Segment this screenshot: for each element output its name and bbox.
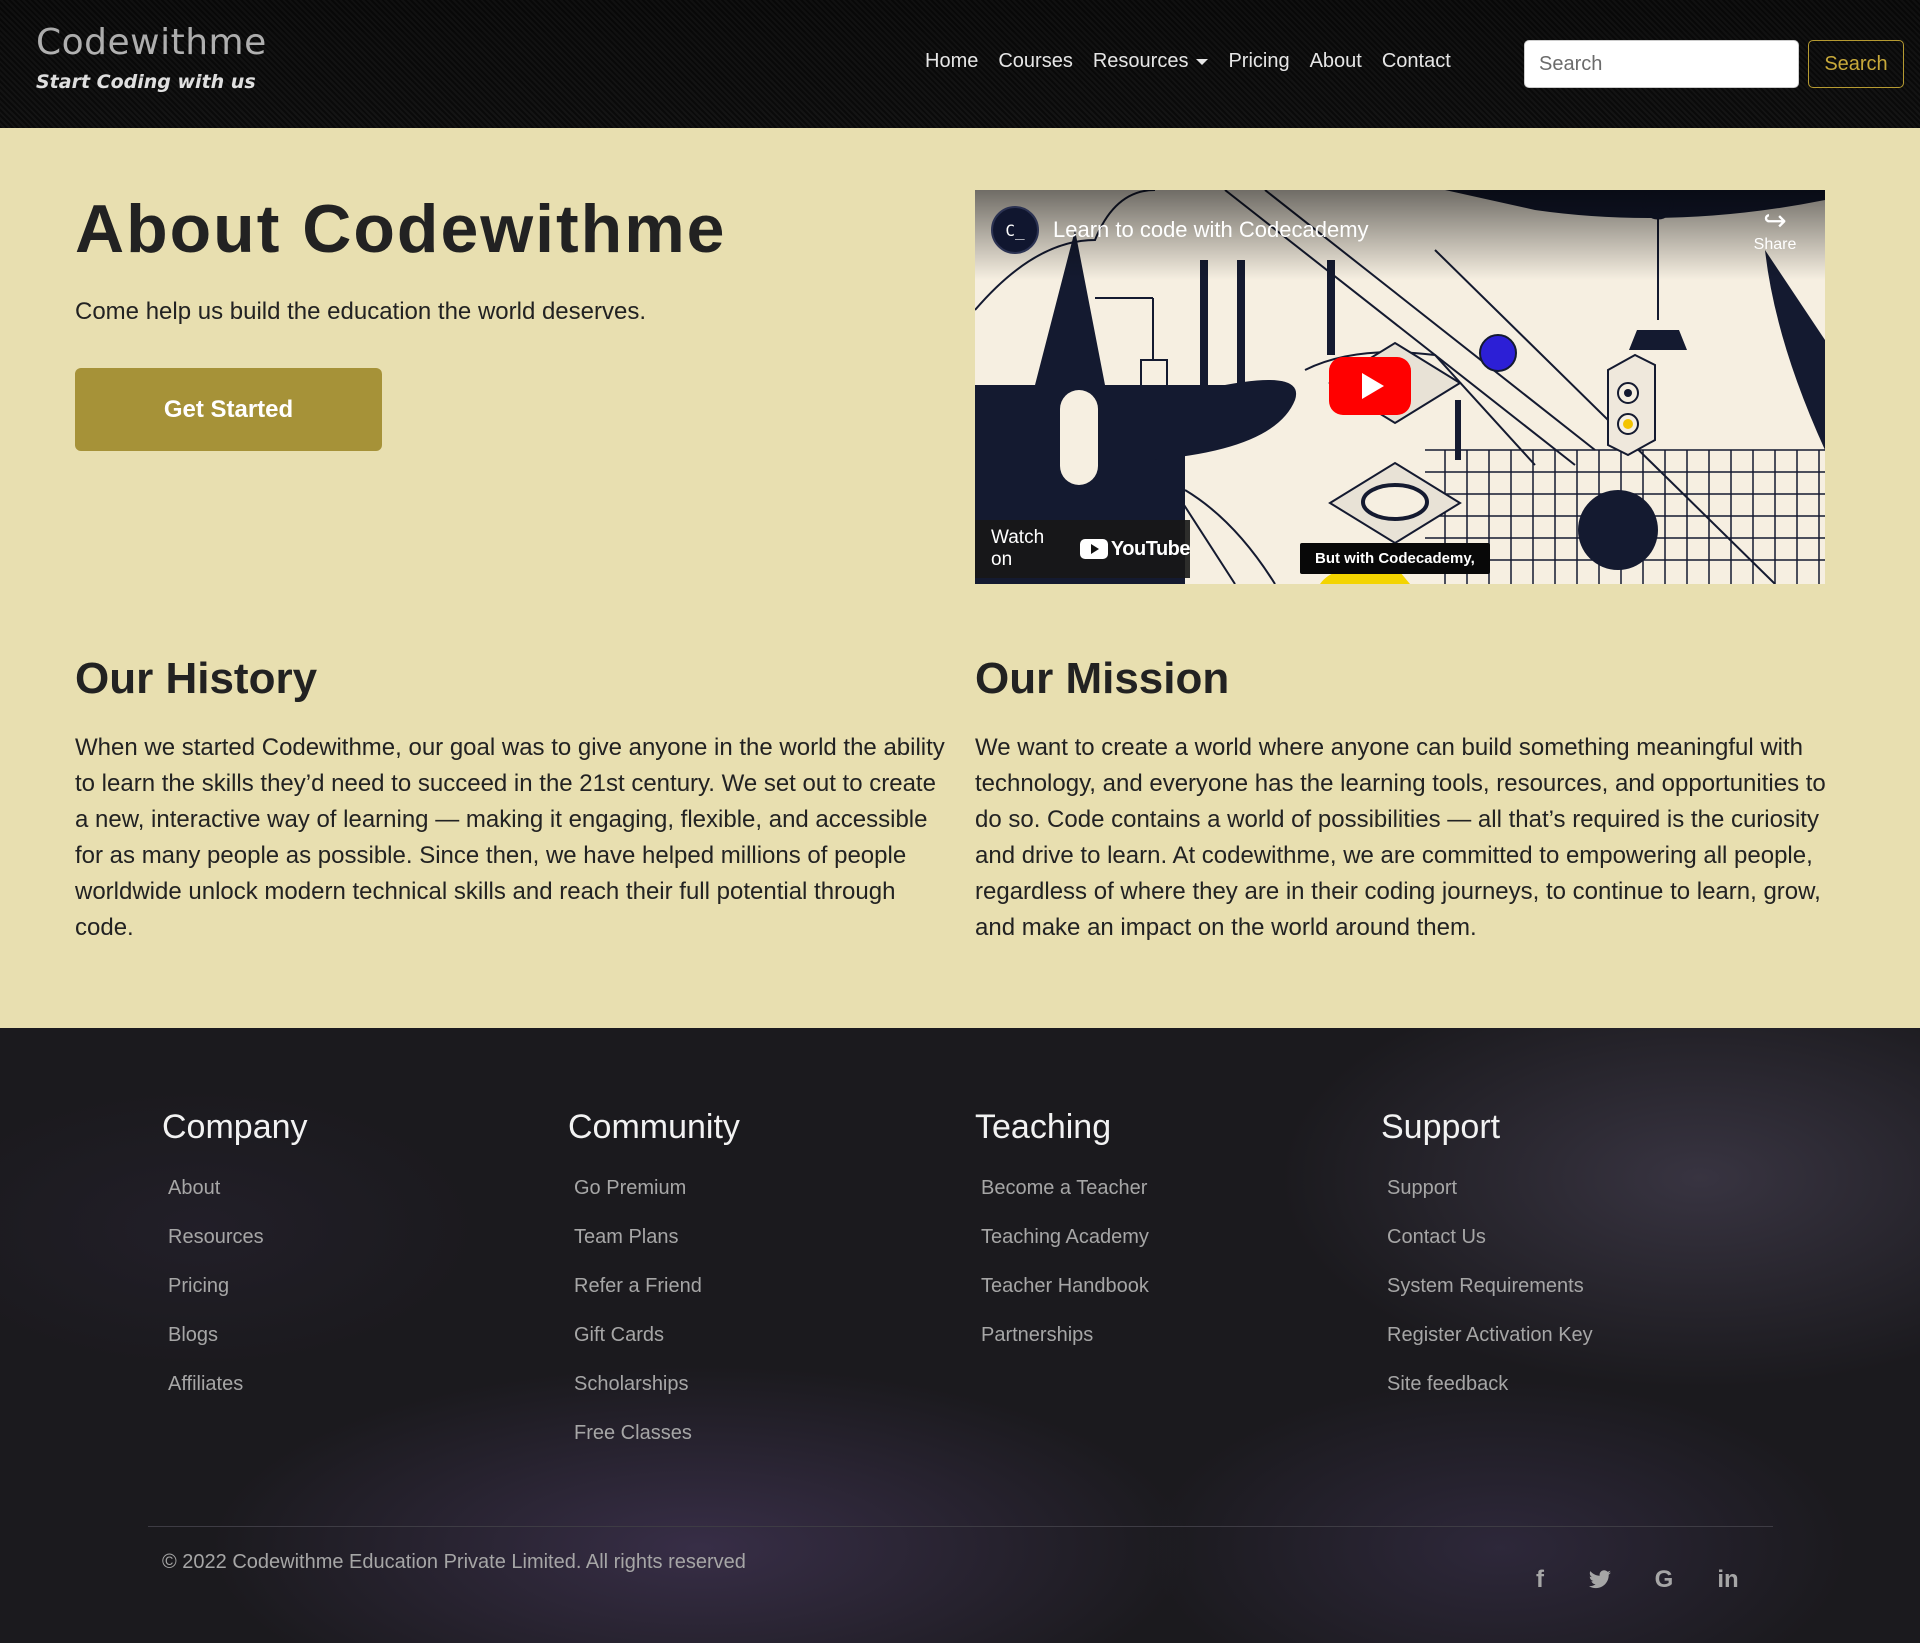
watch-on-label: Watch on	[991, 527, 1045, 570]
nav-links: Home Courses Resources Pricing About Con…	[915, 50, 1461, 73]
footer-link-teacher-handbook[interactable]: Teacher Handbook	[981, 1275, 1149, 1324]
video-caption: But with Codecademy,	[1300, 543, 1490, 574]
footer-heading: Teaching	[975, 1108, 1112, 1146]
video-embed[interactable]: C_ Learn to code with Codecademy ↪ Share…	[975, 190, 1825, 584]
footer-column-company: Company About Resources Pricing Blogs Af…	[162, 1108, 308, 1422]
footer-link-scholarships[interactable]: Scholarships	[574, 1373, 740, 1422]
youtube-play-icon	[1079, 539, 1108, 559]
nav-link-pricing[interactable]: Pricing	[1218, 50, 1299, 73]
share-button[interactable]: ↪ Share	[1745, 206, 1805, 254]
footer-heading: Community	[568, 1108, 740, 1146]
hero-subtitle: Come help us build the education the wor…	[75, 298, 647, 325]
footer-divider	[148, 1526, 1773, 1527]
footer: Company About Resources Pricing Blogs Af…	[0, 1028, 1920, 1643]
footer-link-team-plans[interactable]: Team Plans	[574, 1226, 740, 1275]
footer-link-site-feedback[interactable]: Site feedback	[1387, 1373, 1593, 1422]
search-button[interactable]: Search	[1808, 40, 1904, 88]
brand-tagline: Start Coding with us	[36, 71, 256, 93]
footer-heading: Company	[162, 1108, 308, 1146]
footer-link-about[interactable]: About	[168, 1177, 308, 1226]
history-title: Our History	[75, 654, 318, 703]
play-button[interactable]	[1329, 357, 1411, 415]
channel-avatar[interactable]: C_	[991, 206, 1039, 254]
mission-title: Our Mission	[975, 654, 1230, 703]
mission-body: We want to create a world where anyone c…	[975, 734, 1826, 941]
footer-link-blogs[interactable]: Blogs	[168, 1324, 308, 1373]
copyright-text: © 2022 Codewithme Education Private Limi…	[162, 1551, 746, 1573]
youtube-label: YouTube	[1110, 537, 1191, 560]
footer-column-community: Community Go Premium Team Plans Refer a …	[568, 1108, 740, 1471]
footer-link-register-activation-key[interactable]: Register Activation Key	[1387, 1324, 1593, 1373]
nav-link-about[interactable]: About	[1300, 50, 1372, 73]
watch-on-youtube-button[interactable]: Watch on YouTube	[975, 520, 1191, 578]
footer-link-support[interactable]: Support	[1387, 1177, 1593, 1226]
footer-link-partnerships[interactable]: Partnerships	[981, 1324, 1149, 1373]
footer-heading: Support	[1381, 1108, 1501, 1146]
brand-name: Codewithme	[36, 22, 267, 63]
footer-column-teaching: Teaching Become a Teacher Teaching Acade…	[975, 1108, 1149, 1373]
get-started-button[interactable]: Get Started	[75, 368, 382, 451]
footer-column-support: Support Support Contact Us System Requir…	[1381, 1108, 1593, 1422]
twitter-icon[interactable]	[1582, 1562, 1618, 1598]
linkedin-icon[interactable]: in	[1710, 1562, 1746, 1598]
footer-link-contact-us[interactable]: Contact Us	[1387, 1226, 1593, 1275]
navbar: Codewithme Start Coding with us Home Cou…	[0, 0, 1920, 128]
footer-link-teaching-academy[interactable]: Teaching Academy	[981, 1226, 1149, 1275]
nav-link-courses[interactable]: Courses	[988, 50, 1082, 73]
youtube-logo: YouTube	[1079, 537, 1191, 561]
caret-down-icon	[1196, 58, 1209, 65]
share-label: Share	[1753, 236, 1797, 253]
footer-link-system-requirements[interactable]: System Requirements	[1387, 1275, 1593, 1324]
nav-link-home[interactable]: Home	[915, 50, 988, 73]
footer-link-affiliates[interactable]: Affiliates	[168, 1373, 308, 1422]
footer-link-become-a-teacher[interactable]: Become a Teacher	[981, 1177, 1149, 1226]
nav-link-resources-dropdown[interactable]: Resources	[1083, 50, 1219, 73]
footer-link-refer-a-friend[interactable]: Refer a Friend	[574, 1275, 740, 1324]
search-input[interactable]	[1524, 40, 1799, 88]
video-title[interactable]: Learn to code with Codecademy	[1053, 217, 1369, 243]
footer-link-resources[interactable]: Resources	[168, 1226, 308, 1275]
nav-link-contact[interactable]: Contact	[1372, 50, 1461, 73]
nav-link-resources-label: Resources	[1092, 50, 1189, 72]
footer-link-gift-cards[interactable]: Gift Cards	[574, 1324, 740, 1373]
footer-link-go-premium[interactable]: Go Premium	[574, 1177, 740, 1226]
facebook-icon[interactable]: f	[1522, 1562, 1558, 1598]
history-body: When we started Codewithme, our goal was…	[75, 734, 945, 941]
footer-link-pricing[interactable]: Pricing	[168, 1275, 308, 1324]
google-icon[interactable]: G	[1646, 1562, 1682, 1598]
footer-link-free-classes[interactable]: Free Classes	[574, 1422, 740, 1471]
page-title: About Codewithme	[75, 191, 727, 267]
brand[interactable]: Codewithme Start Coding with us	[36, 22, 267, 93]
share-icon: ↪	[1763, 205, 1787, 236]
